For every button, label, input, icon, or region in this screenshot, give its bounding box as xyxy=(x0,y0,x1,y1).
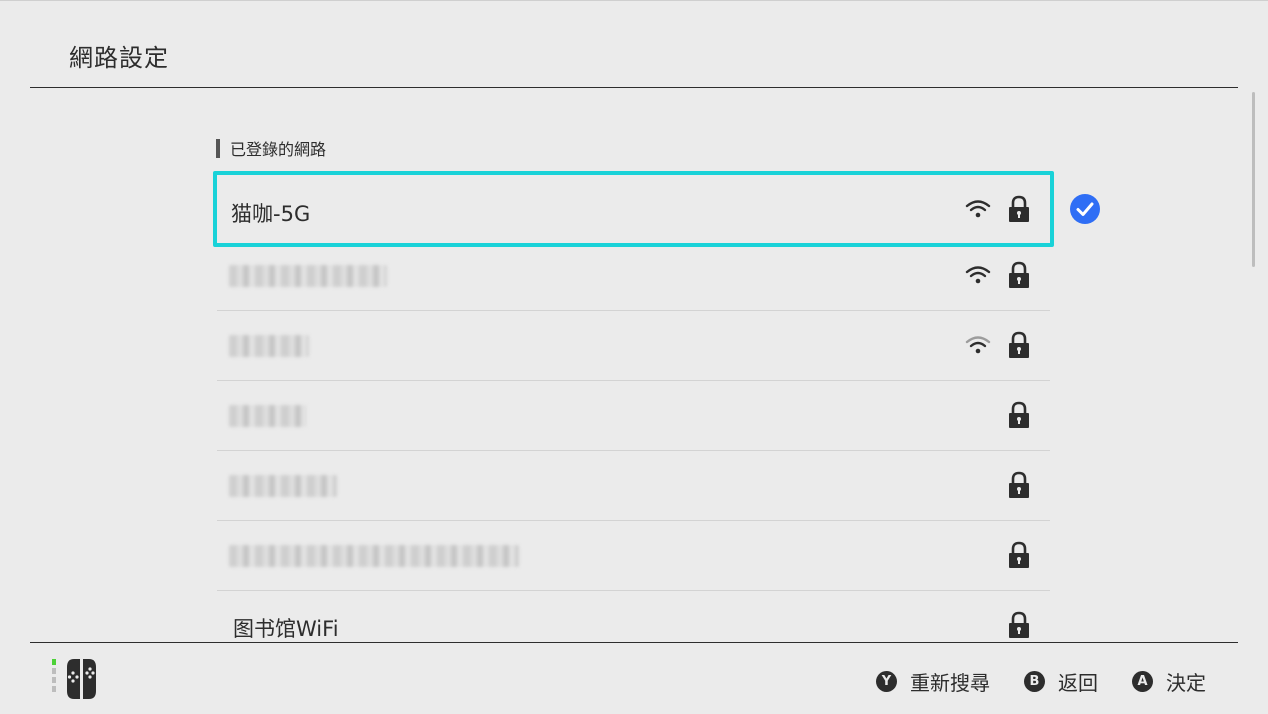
confirm-label: 決定 xyxy=(1166,671,1206,695)
lock-icon xyxy=(1009,541,1029,568)
back-label: 返回 xyxy=(1058,671,1098,695)
lock-icon xyxy=(1009,261,1029,288)
rescan-action[interactable]: Y 重新搜尋 xyxy=(876,667,990,696)
section-label: 已登錄的網路 xyxy=(230,140,327,159)
network-item[interactable] xyxy=(217,521,1050,591)
obscured-network-name xyxy=(229,335,309,357)
obscured-network-name xyxy=(229,265,387,287)
main-content: 已登錄的網路 猫咖-5G 图书馆WiFi xyxy=(0,88,1268,642)
footer-actions: Y 重新搜尋 B 返回 A 決定 xyxy=(842,667,1206,696)
section-header: 已登錄的網路 xyxy=(216,138,327,159)
y-button-icon: Y xyxy=(876,671,897,692)
obscured-network-name xyxy=(229,545,519,567)
rescan-label: 重新搜尋 xyxy=(910,671,990,695)
network-name: 图书馆WiFi xyxy=(233,617,339,641)
lock-icon xyxy=(1009,331,1029,358)
lock-icon xyxy=(1009,401,1029,428)
network-item-selected[interactable]: 猫咖-5G xyxy=(213,171,1054,247)
obscured-network-name xyxy=(229,405,307,427)
lock-icon xyxy=(1009,471,1029,498)
header: 網路設定 xyxy=(0,0,1268,88)
confirm-action[interactable]: A 決定 xyxy=(1132,667,1206,696)
page-title: 網路設定 xyxy=(69,44,169,72)
network-item[interactable] xyxy=(217,241,1050,311)
network-item[interactable] xyxy=(217,451,1050,521)
network-item[interactable] xyxy=(217,311,1050,381)
a-button-icon: A xyxy=(1132,671,1153,692)
network-name: 猫咖-5G xyxy=(231,202,311,226)
lock-icon xyxy=(1009,611,1029,638)
network-item[interactable]: 图书馆WiFi xyxy=(217,591,1050,642)
lock-icon xyxy=(1009,195,1029,222)
network-item[interactable] xyxy=(217,381,1050,451)
footer: Y 重新搜尋 B 返回 A 決定 xyxy=(0,643,1268,714)
joy-con-controller-icon xyxy=(52,659,96,699)
back-action[interactable]: B 返回 xyxy=(1024,667,1098,696)
network-list: 猫咖-5G 图书馆WiFi xyxy=(213,171,1054,642)
connected-check-icon xyxy=(1070,194,1100,224)
b-button-icon: B xyxy=(1024,671,1045,692)
wifi-weak-icon xyxy=(965,336,991,354)
obscured-network-name xyxy=(229,475,337,497)
wifi-strong-icon xyxy=(965,200,991,218)
section-marker xyxy=(216,138,220,158)
wifi-strong-icon xyxy=(965,266,991,284)
